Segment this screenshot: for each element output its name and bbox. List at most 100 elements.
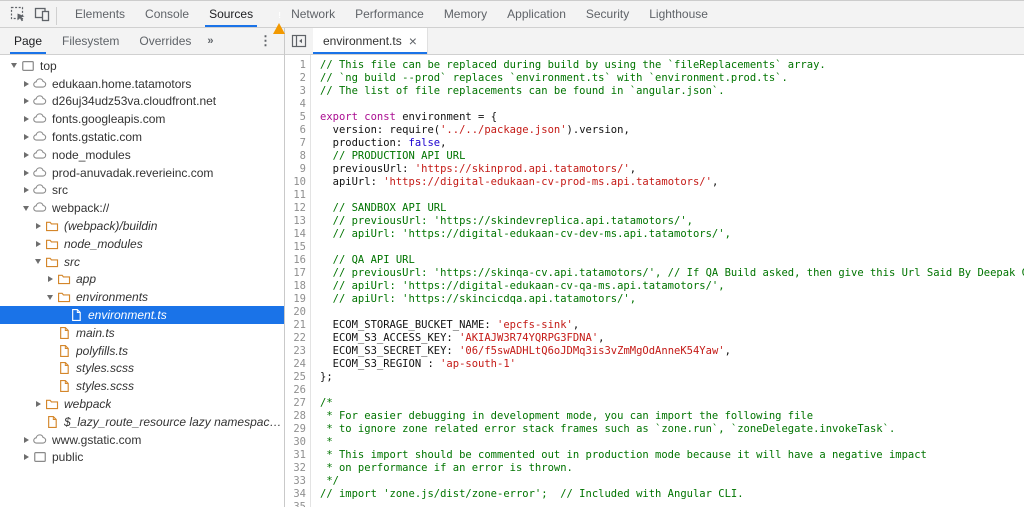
line-number[interactable]: 30 — [285, 436, 306, 449]
chevron-collapsed-icon[interactable] — [20, 170, 32, 176]
line-number[interactable]: 24 — [285, 358, 306, 371]
line-number[interactable]: 7 — [285, 137, 306, 150]
tab-application[interactable]: Application — [497, 1, 576, 27]
toolbar-divider — [56, 7, 57, 25]
chevron-collapsed-icon[interactable] — [20, 187, 32, 193]
tree-item-edukaan.home.tatamotors[interactable]: edukaan.home.tatamotors — [0, 75, 284, 93]
tree-item-webpack[interactable]: webpack — [0, 395, 284, 413]
line-number[interactable]: 33 — [285, 475, 306, 488]
line-number-gutter[interactable]: 1234567891011121314151617181920212223242… — [285, 55, 311, 507]
toggle-device-toolbar-icon[interactable] — [30, 3, 54, 25]
line-number[interactable]: 16 — [285, 254, 306, 267]
line-number[interactable]: 35 — [285, 501, 306, 507]
chevron-collapsed-icon[interactable] — [20, 454, 32, 460]
tab-lighthouse[interactable]: Lighthouse — [639, 1, 718, 27]
folder-icon — [56, 290, 72, 304]
line-number[interactable]: 10 — [285, 176, 306, 189]
chevron-collapsed-icon[interactable] — [20, 116, 32, 122]
chevron-collapsed-icon[interactable] — [20, 152, 32, 158]
tab-memory[interactable]: Memory — [434, 1, 497, 27]
tab-sources[interactable]: Sources — [199, 1, 263, 27]
line-number[interactable]: 3 — [285, 85, 306, 98]
line-number[interactable]: 14 — [285, 228, 306, 241]
more-tabs-icon[interactable]: » — [201, 28, 218, 54]
chevron-collapsed-icon[interactable] — [32, 401, 44, 407]
line-number[interactable]: 22 — [285, 332, 306, 345]
line-number[interactable]: 9 — [285, 163, 306, 176]
tab-console[interactable]: Console — [135, 1, 199, 27]
line-number[interactable]: 15 — [285, 241, 306, 254]
chevron-expanded-icon[interactable] — [8, 63, 20, 68]
line-number[interactable]: 23 — [285, 345, 306, 358]
tree-item--webpack-buildin[interactable]: (webpack)/buildin — [0, 217, 284, 235]
tree-item-webpack-[interactable]: webpack:// — [0, 199, 284, 217]
line-number[interactable]: 18 — [285, 280, 306, 293]
line-number[interactable]: 21 — [285, 319, 306, 332]
tree-item-prod-anuvadak.reverieinc.com[interactable]: prod-anuvadak.reverieinc.com — [0, 164, 284, 182]
chevron-collapsed-icon[interactable] — [20, 98, 32, 104]
navigator-tab-overrides[interactable]: Overrides — [129, 28, 201, 54]
close-icon[interactable]: × — [409, 34, 417, 48]
line-number[interactable]: 25 — [285, 371, 306, 384]
chevron-collapsed-icon[interactable] — [20, 437, 32, 443]
tree-item-polyfills.ts[interactable]: polyfills.ts — [0, 342, 284, 360]
code-editor[interactable]: 1234567891011121314151617181920212223242… — [285, 55, 1024, 507]
tree-item-node-modules[interactable]: node_modules — [0, 235, 284, 253]
chevron-expanded-icon[interactable] — [32, 259, 44, 264]
tree-item-fonts.gstatic.com[interactable]: fonts.gstatic.com — [0, 128, 284, 146]
hide-navigator-icon[interactable] — [285, 28, 313, 54]
line-number[interactable]: 11 — [285, 189, 306, 202]
line-number[interactable]: 4 — [285, 98, 306, 111]
code-line: ECOM_S3_SECRET_KEY: '06/f5swADHLtQ6oJDMq… — [320, 345, 1024, 358]
line-number[interactable]: 29 — [285, 423, 306, 436]
code-lines[interactable]: // This file can be replaced during buil… — [311, 55, 1024, 507]
navigator-tab-page[interactable]: Page — [4, 28, 52, 54]
chevron-collapsed-icon[interactable] — [20, 81, 32, 87]
tab-elements[interactable]: Elements — [65, 1, 135, 27]
tree-item-node-modules[interactable]: node_modules — [0, 146, 284, 164]
tab-performance[interactable]: Performance — [345, 1, 434, 27]
line-number[interactable]: 28 — [285, 410, 306, 423]
line-number[interactable]: 26 — [285, 384, 306, 397]
tree-item-styles.scss[interactable]: styles.scss — [0, 377, 284, 395]
tree-item-public[interactable]: public — [0, 449, 284, 467]
tree-item-top[interactable]: top — [0, 57, 284, 75]
line-number[interactable]: 27 — [285, 397, 306, 410]
chevron-expanded-icon[interactable] — [44, 295, 56, 300]
chevron-collapsed-icon[interactable] — [32, 241, 44, 247]
line-number[interactable]: 31 — [285, 449, 306, 462]
tree-item-styles.scss[interactable]: styles.scss — [0, 360, 284, 378]
chevron-collapsed-icon[interactable] — [32, 223, 44, 229]
line-number[interactable]: 6 — [285, 124, 306, 137]
line-number[interactable]: 34 — [285, 488, 306, 501]
tab-security[interactable]: Security — [576, 1, 639, 27]
line-number[interactable]: 12 — [285, 202, 306, 215]
tree-item-label: polyfills.ts — [76, 344, 128, 358]
tree-item-src[interactable]: src — [0, 182, 284, 200]
line-number[interactable]: 19 — [285, 293, 306, 306]
line-number[interactable]: 8 — [285, 150, 306, 163]
tree-item-environment.ts[interactable]: environment.ts — [0, 306, 284, 324]
navigator-tab-filesystem[interactable]: Filesystem — [52, 28, 129, 54]
tree-item-fonts.googleapis.com[interactable]: fonts.googleapis.com — [0, 110, 284, 128]
line-number[interactable]: 32 — [285, 462, 306, 475]
line-number[interactable]: 2 — [285, 72, 306, 85]
line-number[interactable]: 20 — [285, 306, 306, 319]
line-number[interactable]: 13 — [285, 215, 306, 228]
tree-item-main.ts[interactable]: main.ts — [0, 324, 284, 342]
tab-network[interactable]: !Network — [263, 1, 345, 27]
tree-item-www.gstatic.com[interactable]: www.gstatic.com — [0, 431, 284, 449]
tree-item-src[interactable]: src — [0, 253, 284, 271]
line-number[interactable]: 17 — [285, 267, 306, 280]
line-number[interactable]: 1 — [285, 59, 306, 72]
line-number[interactable]: 5 — [285, 111, 306, 124]
chevron-collapsed-icon[interactable] — [44, 276, 56, 282]
chevron-expanded-icon[interactable] — [20, 206, 32, 211]
file-tab-environment-ts[interactable]: environment.ts × — [313, 28, 428, 54]
tree-item-app[interactable]: app — [0, 271, 284, 289]
tree-item-d26uj34udz53va.cloudfront.net[interactable]: d26uj34udz53va.cloudfront.net — [0, 93, 284, 111]
tree-item--lazy-route-resource-lazy-namespace-object[interactable]: $_lazy_route_resource lazy namespace obj… — [0, 413, 284, 431]
inspect-icon[interactable] — [6, 3, 30, 25]
chevron-collapsed-icon[interactable] — [20, 134, 32, 140]
tree-item-environments[interactable]: environments — [0, 288, 284, 306]
